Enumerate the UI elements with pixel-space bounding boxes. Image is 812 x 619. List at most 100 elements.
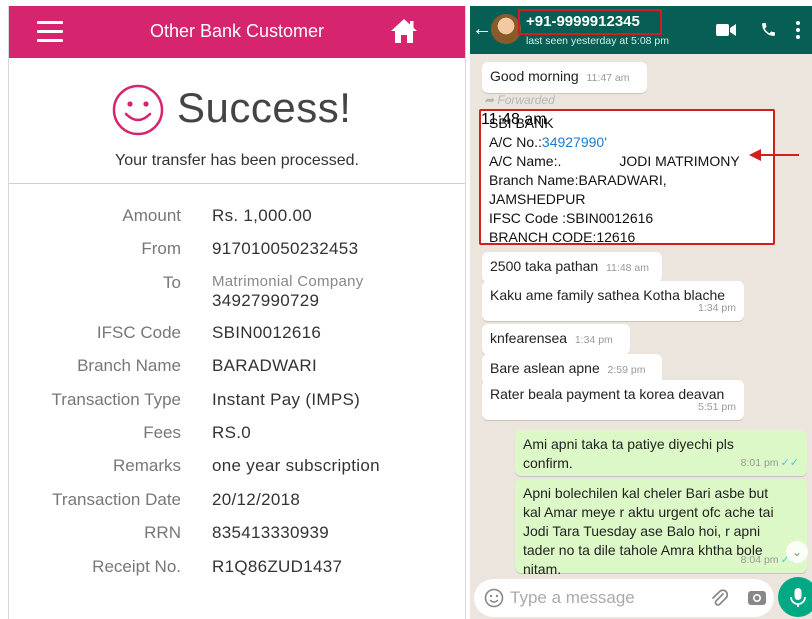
success-title: Success! — [177, 84, 352, 131]
avatar[interactable] — [491, 14, 521, 44]
detail-label: Receipt No. — [92, 556, 181, 576]
message-time: 11:48 am — [606, 262, 649, 274]
message-text-line: Apni bolechilen kal cheler Bari asbe but — [523, 485, 769, 501]
detail-label: From — [141, 239, 181, 259]
chat-message[interactable]: 2500 taka pathan 11:48 am — [482, 252, 662, 283]
account-number-label: A/C No.: — [489, 134, 542, 150]
account-number-line: A/C No.:34927990' — [489, 133, 740, 152]
outgoing-chat-message[interactable]: Ami apni taka ta patiye diyechi pls conf… — [515, 430, 807, 476]
message-time: 1:34 pm — [698, 302, 736, 314]
phone-call-icon[interactable] — [760, 21, 777, 38]
detail-row-rrn: RRN 835413330939 — [9, 515, 465, 548]
chat-message[interactable]: Rater beala payment ta korea deavan 5:51… — [482, 380, 744, 420]
detail-row-from: From 917010050232453 — [9, 231, 465, 264]
message-input[interactable] — [510, 585, 690, 611]
chat-message[interactable]: Good morning 11:47 am — [482, 62, 647, 93]
chat-header: ← +91-9999912345 last seen yesterday at … — [470, 6, 812, 54]
account-name-label: A/C Name:. — [489, 153, 562, 169]
account-name-line: A/C Name:. JODI MATRIMONY — [489, 152, 740, 171]
detail-value: one year subscription — [212, 456, 380, 476]
detail-row-transaction-type: Transaction Type Instant Pay (IMPS) — [9, 382, 465, 415]
microphone-icon — [790, 588, 806, 607]
detail-value: 20/12/2018 — [212, 489, 301, 509]
message-text-line: Jodi Tara Tuesday ase Balo hoi, r apni — [523, 523, 761, 539]
attachment-paperclip-icon[interactable] — [710, 588, 728, 608]
forwarded-bank-details-message[interactable]: SBI BANK A/C No.:34927990' A/C Name:. JOD… — [479, 109, 775, 245]
message-time: 1:34 pm — [574, 334, 613, 346]
detail-row-remarks: Remarks one year subscription — [9, 448, 465, 481]
bank-app-panel: Other Bank Customer Success! Your transf… — [8, 6, 466, 619]
branch-code-line: BRANCH CODE:12616 — [489, 229, 636, 245]
emoji-icon[interactable] — [484, 588, 504, 608]
forwarded-label: ➦ Forwarded — [484, 93, 555, 107]
detail-row-transaction-date: Transaction Date 20/12/2018 — [9, 482, 465, 515]
forwarded-text: Forwarded — [497, 93, 555, 107]
message-text-line: kal Amar meye r aktu urgent ofc ache tai — [523, 504, 774, 520]
branch-city-line: JAMSHEDPUR — [489, 191, 586, 207]
message-text: Good morning — [490, 68, 579, 84]
outgoing-chat-message[interactable]: Apni bolechilen kal cheler Bari asbe but… — [515, 479, 807, 577]
detail-row-to: To Matrimonial Company 34927990729 — [9, 265, 465, 315]
account-number-value[interactable]: 34927990' — [542, 134, 607, 150]
detail-label: Remarks — [112, 456, 181, 476]
transfer-details: Amount Rs. 1,000.00 From 917010050232453… — [9, 184, 465, 582]
back-arrow-icon[interactable]: ← — [472, 18, 492, 41]
detail-row-ifsc: IFSC Code SBIN0012616 — [9, 315, 465, 348]
message-text: 2500 taka pathan — [490, 258, 599, 274]
bank-details-text: SBI BANK A/C No.:34927990' A/C Name:. JOD… — [489, 114, 740, 247]
camera-icon[interactable] — [747, 588, 767, 606]
message-input-bar — [474, 579, 774, 617]
success-section: Success! Your transfer has been processe… — [9, 58, 465, 184]
branch-name-line: Branch Name:BARADWARI, — [489, 172, 667, 188]
detail-label: RRN — [144, 523, 181, 543]
detail-row-branch: Branch Name BARADWARI — [9, 348, 465, 381]
message-time: 11:47 am — [586, 72, 630, 84]
microphone-button[interactable] — [778, 577, 812, 617]
detail-row-fees: Fees RS.0 — [9, 415, 465, 448]
chat-message[interactable]: Kaku ame family sathea Kotha blache 1:34… — [482, 281, 744, 321]
detail-label: Fees — [143, 422, 181, 442]
message-text: Bare aslean apne — [490, 360, 600, 376]
detail-value: BARADWARI — [212, 356, 318, 376]
message-time: 5:51 pm — [698, 401, 736, 413]
annotation-arrow-icon — [749, 149, 799, 161]
detail-label: Amount — [122, 206, 181, 225]
detail-value: Instant Pay (IMPS) — [212, 389, 361, 409]
more-options-icon[interactable] — [795, 20, 801, 40]
recipient-name: Matrimonial Company — [212, 272, 364, 290]
detail-value: 917010050232453 — [212, 239, 359, 259]
ifsc-line: IFSC Code :SBIN0012616 — [489, 210, 654, 226]
video-call-icon[interactable] — [716, 23, 736, 37]
bank-name-line: SBI BANK — [489, 115, 554, 131]
read-receipt-icon: ✓✓ — [780, 457, 799, 469]
detail-label: IFSC Code — [96, 322, 181, 342]
detail-row-amount: Amount Rs. 1,000.00 — [9, 198, 465, 231]
home-icon[interactable] — [389, 16, 419, 46]
detail-label: Branch Name — [77, 356, 181, 376]
smiley-icon — [112, 84, 164, 136]
whatsapp-chat-panel: ← +91-9999912345 last seen yesterday at … — [470, 6, 812, 619]
detail-label: To — [163, 272, 181, 292]
last-seen-status: last seen yesterday at 5:08 pm — [526, 35, 669, 47]
detail-value: R1Q86ZUD1437 — [212, 556, 343, 576]
detail-value: Rs. 1,000.00 — [212, 206, 312, 225]
detail-row-receipt: Receipt No. R1Q86ZUD1437 — [9, 549, 465, 582]
message-text-line: Ami apni taka ta patiye diyechi pls — [523, 436, 734, 452]
detail-value: SBIN0012616 — [212, 322, 322, 342]
detail-label: Transaction Type — [51, 389, 181, 409]
message-text: Kaku ame family sathea Kotha blache — [490, 287, 726, 303]
message-time: 2:59 pm — [607, 364, 646, 376]
detail-value: 835413330939 — [212, 523, 330, 543]
contact-name[interactable]: +91-9999912345 — [526, 13, 640, 30]
account-name-value: JODI MATRIMONY — [619, 153, 740, 169]
success-subtitle: Your transfer has been processed. — [114, 152, 359, 169]
detail-value: RS.0 — [212, 422, 251, 442]
message-text: Rater beala payment ta korea deavan — [490, 386, 725, 402]
message-time: 8:01 pm ✓✓ — [740, 457, 799, 469]
detail-value: Matrimonial Company 34927990729 — [212, 273, 364, 311]
detail-label: Transaction Date — [52, 489, 181, 509]
message-text: knfearensea — [490, 330, 568, 346]
bank-header: Other Bank Customer — [9, 6, 465, 58]
chat-message[interactable]: knfearensea 1:34 pm — [482, 324, 630, 355]
scroll-down-chevron-icon[interactable]: ⌄ — [786, 541, 808, 563]
